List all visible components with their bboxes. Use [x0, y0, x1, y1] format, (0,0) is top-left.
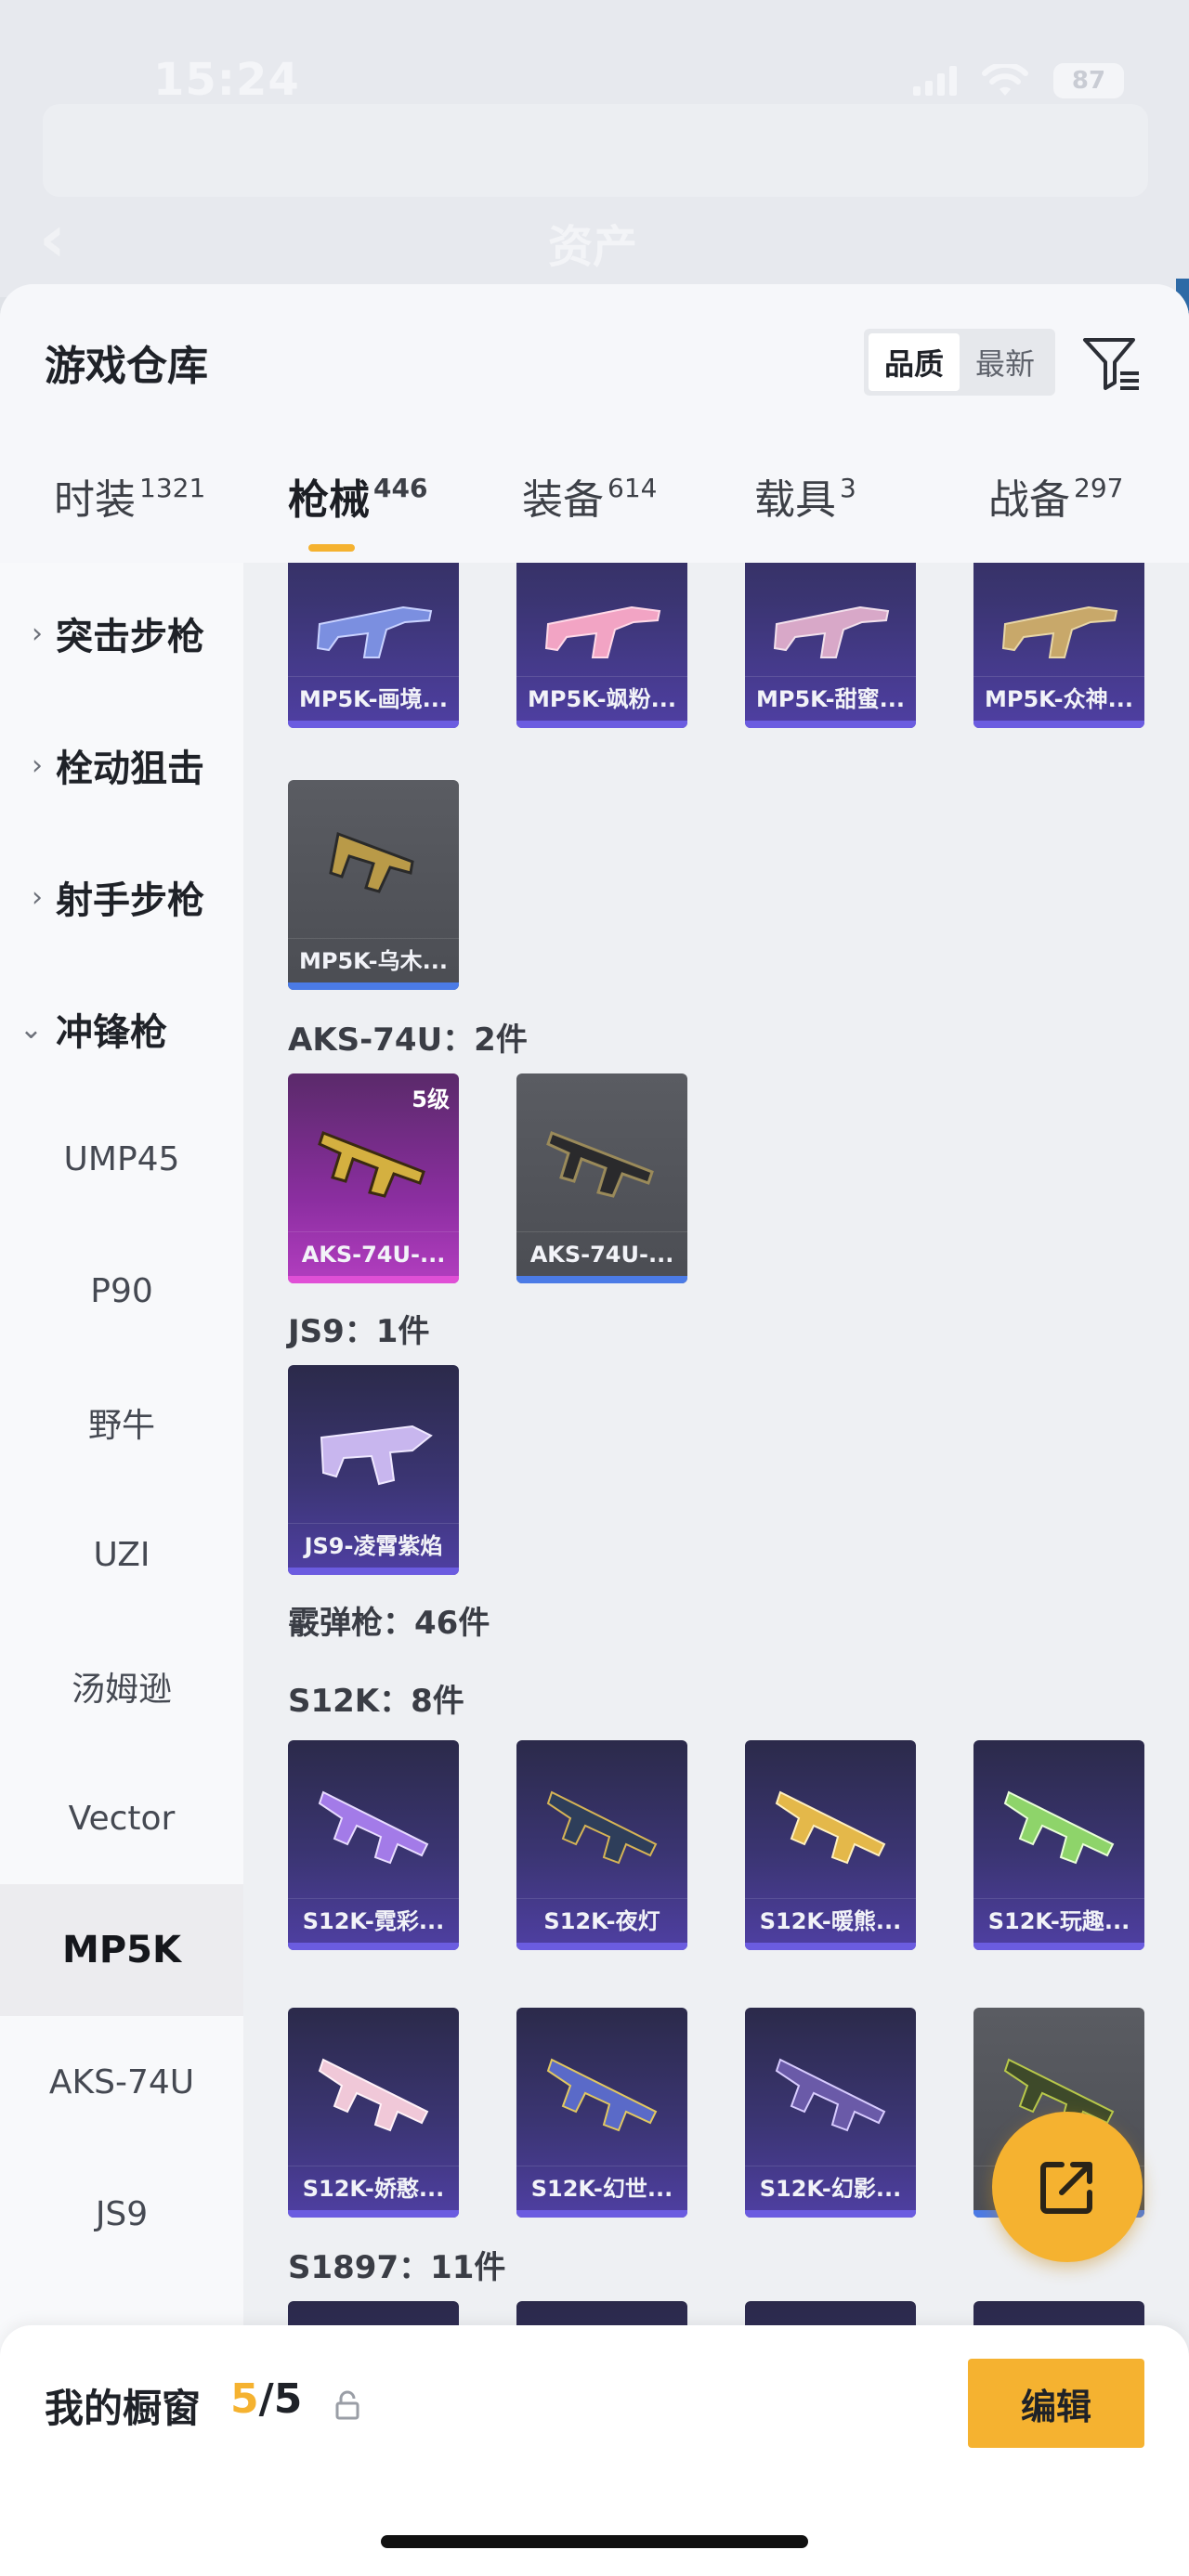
- sidebar-sub-thompson[interactable]: 汤姆逊: [0, 1620, 243, 1752]
- weapon-card[interactable]: S12K-幻影...: [745, 2008, 916, 2218]
- smg-icon: [320, 1425, 433, 1486]
- weapon-card[interactable]: JS9-凌霄紫焰: [288, 1365, 459, 1575]
- lock-icon: [335, 2390, 359, 2420]
- smg-icon: [316, 605, 433, 658]
- sort-toggle[interactable]: 品质 最新: [864, 329, 1055, 396]
- weapon-card[interactable]: S12K-幻世...: [516, 2008, 687, 2218]
- sidebar-sub-mp5k[interactable]: MP5K: [0, 1884, 243, 2016]
- sidebar-item-bolt-sniper[interactable]: › 栓动狙击: [0, 719, 243, 812]
- weapon-card[interactable]: S12K-夜灯: [516, 1740, 687, 1950]
- sidebar-item-marksman-rifle[interactable]: › 射手步枪: [0, 851, 243, 943]
- tab-fashion[interactable]: 时装 1321: [54, 466, 205, 526]
- shotgun-icon: [775, 2058, 886, 2132]
- sort-newest-button[interactable]: 最新: [960, 333, 1051, 391]
- background-nav: ‹ 资产: [0, 186, 1189, 288]
- smg-icon: [1001, 605, 1118, 658]
- weapon-card[interactable]: S12K-霓彩...: [288, 1740, 459, 1950]
- weapon-card[interactable]: MP5K-甜蜜...: [745, 563, 916, 728]
- chevron-right-icon: ›: [32, 880, 43, 914]
- shotgun-icon: [546, 1790, 658, 1865]
- signal-icon: [913, 66, 957, 96]
- sidebar-item-label: 射手步枪: [56, 879, 204, 922]
- weapon-card[interactable]: AKS-74U-...: [516, 1073, 687, 1283]
- share-button[interactable]: [992, 2112, 1143, 2262]
- weapon-sidebar: › 突击步枪 › 栓动狙击 › 射手步枪 ⌄ 冲锋枪 UMP45 P90 野牛 …: [0, 563, 243, 2576]
- edit-button[interactable]: 编辑: [968, 2359, 1144, 2448]
- weapon-card[interactable]: S12K-玩趣...: [973, 1740, 1144, 1950]
- sidebar-item-label: 冲锋枪: [56, 1011, 167, 1054]
- rifle-icon: [546, 1131, 654, 1198]
- battery-icon: 87: [1053, 63, 1124, 98]
- sidebar-sub-p90[interactable]: P90: [0, 1225, 243, 1357]
- tab-vehicles[interactable]: 载具 3: [754, 466, 856, 526]
- weapon-card[interactable]: 5级 AKS-74U-...: [288, 1073, 459, 1283]
- showcase-bar: 我的橱窗 5/5 编辑: [0, 2325, 1189, 2576]
- sidebar-sub-bizon[interactable]: 野牛: [0, 1357, 243, 1489]
- weapon-grid: MP5K-画境... MP5K-飒粉... MP5K-甜蜜... MP5K-众神…: [243, 563, 1189, 2576]
- share-icon: [1040, 2162, 1092, 2214]
- weapon-card[interactable]: MP5K-乌木...: [288, 780, 459, 990]
- sheet-header: 游戏仓库 品质 最新 时装 1321 枪械 446 装备 614 载具 3 战备 297: [0, 284, 1189, 563]
- weapon-card[interactable]: S12K-暖熊...: [745, 1740, 916, 1950]
- smg-icon: [329, 831, 414, 893]
- sidebar-sub-ump45[interactable]: UMP45: [0, 1093, 243, 1225]
- weapon-card[interactable]: MP5K-飒粉...: [516, 563, 687, 728]
- smg-icon: [773, 605, 890, 658]
- filter-icon[interactable]: [1078, 329, 1144, 396]
- background-title: 资产: [548, 221, 638, 273]
- weapon-card[interactable]: MP5K-画境...: [288, 563, 459, 728]
- sidebar-item-label: 栓动狙击: [56, 748, 204, 790]
- background-card: [43, 104, 1148, 197]
- tab-supplies[interactable]: 战备 297: [988, 466, 1123, 526]
- sidebar-sub-aks74u[interactable]: AKS-74U: [0, 2016, 243, 2148]
- home-indicator: [381, 2535, 808, 2548]
- wifi-icon: [982, 64, 1028, 96]
- group-label-s12k: S12K：8件: [288, 1683, 464, 1720]
- sidebar-sub-js9[interactable]: JS9: [0, 2148, 243, 2280]
- chevron-right-icon: ›: [32, 617, 43, 650]
- smg-icon: [544, 605, 661, 658]
- shotgun-icon: [775, 1790, 886, 1865]
- tab-guns[interactable]: 枪械 446: [288, 466, 427, 526]
- status-time: 15:24: [153, 54, 300, 106]
- showcase-title: 我的橱窗: [45, 2386, 202, 2431]
- status-icons: 87: [913, 63, 1124, 98]
- shotgun-icon: [1003, 1790, 1115, 1865]
- showcase-count: 5/5: [230, 2375, 303, 2423]
- background-app: 15:24 87 ‹ 资产: [0, 0, 1189, 316]
- shotgun-icon: [318, 2058, 429, 2132]
- weapon-card[interactable]: S12K-娇憨...: [288, 2008, 459, 2218]
- weapon-card[interactable]: MP5K-众神...: [973, 563, 1144, 728]
- sidebar-item-label: 突击步枪: [56, 616, 204, 658]
- group-label-js9: JS9：1件: [288, 1313, 430, 1350]
- group-label-aks74u: AKS-74U：2件: [288, 1021, 528, 1059]
- active-tab-indicator: [308, 544, 355, 552]
- back-icon[interactable]: ‹: [39, 201, 66, 277]
- category-tabs: 时装 1321 枪械 446 装备 614 载具 3 战备 297: [0, 466, 1189, 559]
- sidebar-item-assault-rifle[interactable]: › 突击步枪: [0, 587, 243, 680]
- shotgun-icon: [318, 1790, 429, 1865]
- chevron-right-icon: ›: [32, 748, 43, 782]
- group-label-shotgun: 霰弹枪：46件: [288, 1605, 490, 1642]
- chevron-down-icon: ⌄: [19, 1012, 43, 1046]
- sidebar-sub-vector[interactable]: Vector: [0, 1752, 243, 1884]
- sidebar-sub-uzi[interactable]: UZI: [0, 1489, 243, 1620]
- rifle-icon: [318, 1131, 425, 1198]
- group-label-s1897: S1897：11件: [288, 2249, 506, 2286]
- sidebar-item-smg[interactable]: ⌄ 冲锋枪: [0, 982, 243, 1075]
- shotgun-icon: [546, 2058, 658, 2132]
- tab-equipment[interactable]: 装备 614: [522, 466, 657, 526]
- sheet-title: 游戏仓库: [45, 343, 208, 390]
- sort-quality-button[interactable]: 品质: [869, 333, 960, 391]
